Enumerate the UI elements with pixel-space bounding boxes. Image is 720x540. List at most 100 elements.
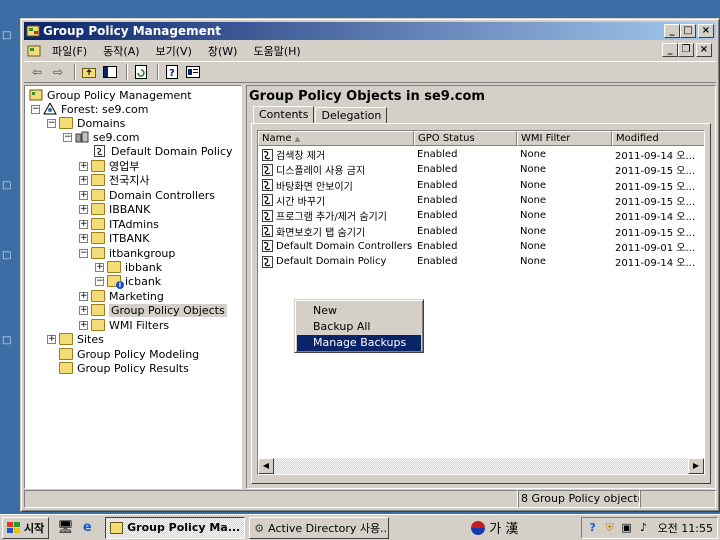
tree-node-domain[interactable]: − se9.com bbox=[63, 130, 140, 144]
column-wmi[interactable]: WMI Filter bbox=[517, 131, 612, 146]
expand-toggle-icon[interactable]: + bbox=[79, 204, 88, 214]
cell-wmi: None bbox=[520, 256, 547, 268]
scroll-left-icon[interactable]: ◀ bbox=[258, 458, 274, 474]
expand-toggle-icon[interactable]: + bbox=[79, 175, 88, 185]
expand-toggle-icon[interactable]: + bbox=[79, 219, 88, 229]
table-row[interactable]: 화면보호기 탭 숨기기 Enabled None 2011-09-15 오... bbox=[258, 224, 704, 239]
menu-item-new[interactable]: New bbox=[297, 303, 421, 319]
horizontal-scrollbar[interactable]: ◀ ▶ bbox=[258, 458, 704, 474]
mdi-minimize-button[interactable]: _ bbox=[662, 43, 678, 57]
cell-wmi: None bbox=[520, 240, 547, 252]
column-modified[interactable]: Modified bbox=[612, 131, 704, 146]
menu-help[interactable]: 도움말(H) bbox=[245, 43, 308, 59]
help-icon[interactable]: ? bbox=[163, 64, 181, 80]
expand-toggle-icon[interactable]: + bbox=[95, 262, 104, 272]
expand-toggle-icon[interactable]: + bbox=[79, 305, 88, 315]
table-row[interactable]: 검색창 제거 Enabled None 2011-09-14 오... bbox=[258, 147, 704, 162]
system-menu-icon[interactable] bbox=[27, 44, 41, 58]
menu-file[interactable]: 파일(F) bbox=[44, 43, 95, 59]
tree-node-ou[interactable]: − itbankgroup bbox=[79, 246, 175, 260]
scroll-track[interactable] bbox=[274, 458, 688, 474]
expand-toggle-icon[interactable]: + bbox=[79, 320, 88, 330]
gpmc-window: Group Policy Management _ □ × 파일(F) 동작(A… bbox=[20, 18, 720, 512]
show-desktop-icon[interactable]: 🖥 bbox=[57, 520, 74, 536]
cell-modified: 2011-09-14 오... bbox=[615, 151, 696, 162]
tree-node-default-policy[interactable]: Default Domain Policy bbox=[93, 144, 233, 158]
tree-node-forest[interactable]: − Forest: se9.com bbox=[31, 101, 148, 116]
help-tray-icon[interactable]: ? bbox=[586, 521, 600, 535]
cell-wmi: None bbox=[520, 179, 547, 191]
cell-status: Enabled bbox=[417, 225, 458, 237]
pane-title: Group Policy Objects in se9.com bbox=[249, 89, 485, 104]
up-folder-icon[interactable] bbox=[80, 64, 98, 80]
column-status[interactable]: GPO Status bbox=[414, 131, 517, 146]
tab-contents[interactable]: Contents bbox=[253, 106, 315, 123]
tree-node-ou[interactable]: + IBBANK bbox=[79, 202, 150, 216]
table-row[interactable]: 프로그램 추가/제거 숨기기 Enabled None 2011-09-14 오... bbox=[258, 208, 704, 223]
table-row[interactable]: 시간 바꾸기 Enabled None 2011-09-15 오... bbox=[258, 193, 704, 208]
mdi-restore-button[interactable]: ❐ bbox=[678, 43, 694, 57]
tree-node-wmi-filters[interactable]: + WMI Filters bbox=[79, 318, 169, 332]
expand-toggle-icon[interactable]: + bbox=[79, 190, 88, 200]
tab-delegation[interactable]: Delegation bbox=[315, 107, 388, 124]
mdi-close-button[interactable]: × bbox=[696, 43, 712, 57]
tree-node-modeling[interactable]: Group Policy Modeling bbox=[59, 347, 199, 361]
cell-wmi: None bbox=[520, 225, 547, 237]
gpo-name: 화면보호기 탭 숨기기 bbox=[276, 227, 366, 239]
menu-item-backup-all[interactable]: Backup All bbox=[297, 319, 421, 335]
shield-icon[interactable]: ⛨ bbox=[603, 521, 617, 535]
properties-icon[interactable] bbox=[184, 64, 202, 80]
menu-action[interactable]: 동작(A) bbox=[95, 43, 147, 59]
menu-view[interactable]: 보기(V) bbox=[148, 43, 200, 59]
expand-toggle-icon[interactable]: + bbox=[47, 334, 56, 344]
column-name[interactable]: Name ▲ bbox=[258, 131, 414, 146]
tree-node-ou[interactable]: + 전국지사 bbox=[79, 173, 149, 187]
table-row[interactable]: 바탕화면 안보이기 Enabled None 2011-09-15 오... bbox=[258, 178, 704, 193]
menu-item-manage-backups[interactable]: Manage Backups bbox=[297, 335, 421, 351]
tree-node-sites[interactable]: + Sites bbox=[47, 332, 104, 346]
desktop-icon-fragment: □ bbox=[2, 335, 12, 346]
show-tree-icon[interactable] bbox=[101, 64, 119, 80]
scroll-right-icon[interactable]: ▶ bbox=[688, 458, 704, 474]
tree-node-ou[interactable]: + ITAdmins bbox=[79, 217, 159, 231]
network-icon[interactable]: ▣ bbox=[620, 521, 634, 535]
maximize-button[interactable]: □ bbox=[680, 24, 696, 38]
table-row[interactable]: Default Domain Policy Enabled None 2011-09-… bbox=[258, 254, 704, 269]
tree-node-ou[interactable]: + Domain Controllers bbox=[79, 188, 215, 202]
tree-node-marketing[interactable]: + Marketing bbox=[79, 289, 164, 303]
minimize-button[interactable]: _ bbox=[664, 24, 680, 38]
refresh-icon[interactable] bbox=[132, 64, 150, 80]
collapse-toggle-icon[interactable]: − bbox=[31, 104, 40, 114]
tree-node-domains[interactable]: − Domains bbox=[47, 116, 125, 130]
table-row[interactable]: 디스플레이 사용 금지 Enabled None 2011-09-15 오... bbox=[258, 162, 704, 177]
volume-icon[interactable]: ♪ bbox=[637, 521, 651, 535]
tree-node-sub-ou[interactable]: + ibbank bbox=[95, 260, 162, 274]
expand-toggle-icon[interactable]: + bbox=[79, 233, 88, 243]
close-button[interactable]: × bbox=[698, 24, 714, 38]
forward-arrow-icon[interactable]: ⇨ bbox=[49, 64, 67, 80]
collapse-toggle-icon[interactable]: − bbox=[63, 132, 72, 142]
back-arrow-icon[interactable]: ⇦ bbox=[28, 64, 46, 80]
collapse-toggle-icon[interactable]: − bbox=[47, 118, 56, 128]
windows-logo-icon bbox=[7, 521, 21, 534]
task-active-directory[interactable]: ⚙ Active Directory 사용... bbox=[249, 516, 390, 539]
cell-status: Enabled bbox=[417, 164, 458, 176]
collapse-toggle-icon[interactable]: − bbox=[95, 276, 104, 286]
tree-node-ou[interactable]: + ITBANK bbox=[79, 231, 149, 245]
table-row[interactable]: Default Domain Controllers P... Enabled No… bbox=[258, 239, 704, 254]
tree-label: 전국지사 bbox=[109, 174, 150, 187]
title-bar[interactable]: Group Policy Management _ □ × bbox=[24, 22, 716, 40]
tree-node-sub-ou[interactable]: − i icbank bbox=[95, 274, 161, 289]
start-button[interactable]: 시작 bbox=[2, 516, 50, 539]
internet-explorer-icon[interactable]: e bbox=[79, 520, 95, 536]
expand-toggle-icon[interactable]: + bbox=[79, 161, 88, 171]
task-gpmc[interactable]: Group Policy Ma... bbox=[105, 516, 246, 539]
ime-indicator[interactable]: 가 漢 bbox=[471, 518, 518, 537]
collapse-toggle-icon[interactable]: − bbox=[79, 248, 88, 258]
menu-window[interactable]: 창(W) bbox=[200, 43, 246, 59]
tree-node-gpo-objects[interactable]: + Group Policy Objects bbox=[79, 303, 227, 317]
tree-node-root[interactable]: Group Policy Management bbox=[29, 88, 192, 102]
expand-toggle-icon[interactable]: + bbox=[79, 291, 88, 301]
tree-node-results[interactable]: Group Policy Results bbox=[59, 361, 189, 375]
tree-node-ou[interactable]: + 영업부 bbox=[79, 159, 139, 173]
